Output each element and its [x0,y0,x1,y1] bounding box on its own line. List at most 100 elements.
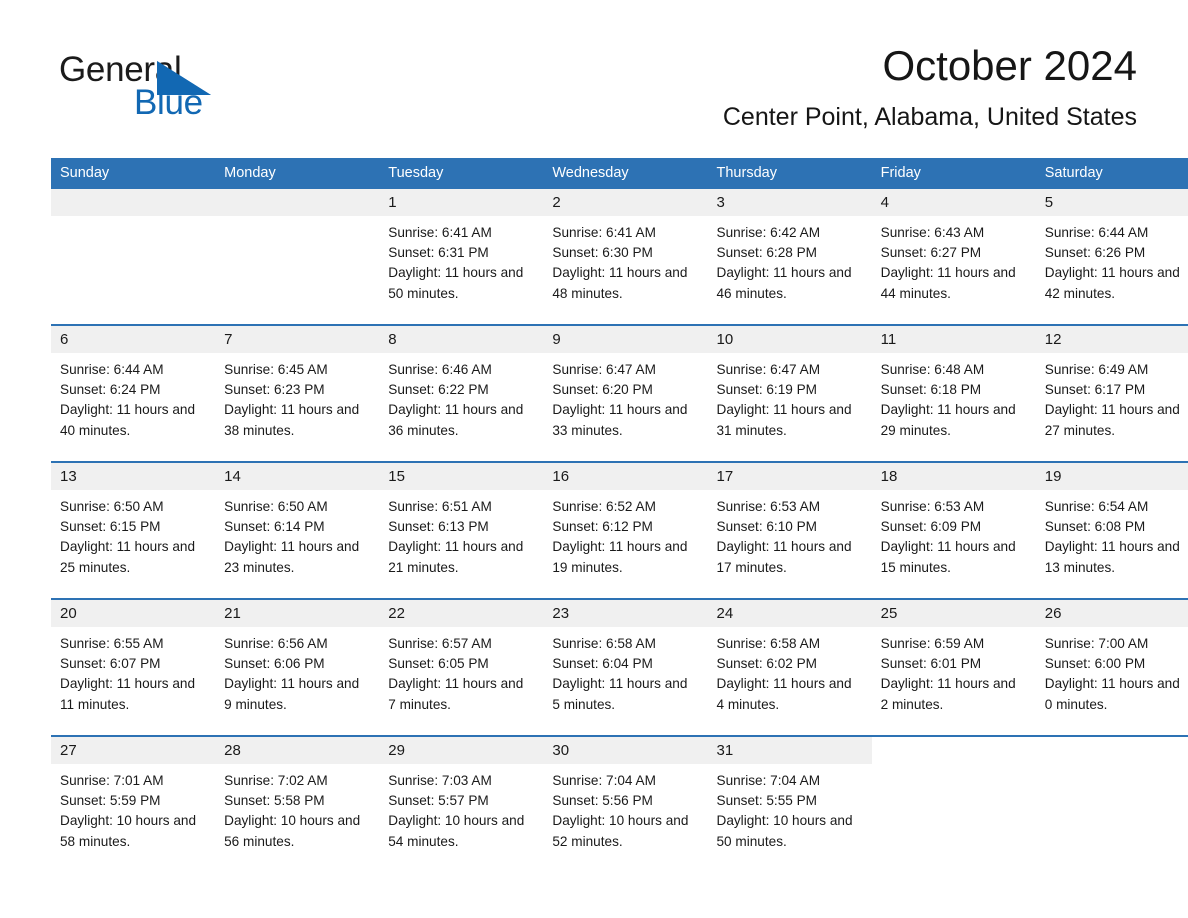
calendar-day-cell[interactable]: 21 Sunrise: 6:56 AM Sunset: 6:06 PM Dayligh… [215,598,380,736]
calendar-day-cell[interactable]: 29 Sunrise: 7:03 AM Sunset: 5:57 PM Dayligh… [379,735,544,872]
day-number: 19 [1035,463,1188,490]
calendar-week-row: 20 Sunrise: 6:55 AM Sunset: 6:07 PM Dayligh… [51,598,1188,736]
calendar-week-row: 13 Sunrise: 6:50 AM Sunset: 6:15 PM Dayligh… [51,461,1188,599]
day-cell-content: 8 Sunrise: 6:46 AM Sunset: 6:22 PM Daylight… [379,326,544,461]
day-sun-info: Sunrise: 7:02 AM Sunset: 5:58 PM Daylight:… [215,764,379,852]
title-block: October 2024 Center Point, Alabama, Unit… [437,40,1137,132]
sunset-text: Sunset: 6:10 PM [716,519,818,535]
sunrise-text: Sunrise: 6:41 AM [388,225,492,240]
calendar-week-row: 1 Sunrise: 6:41 AM Sunset: 6:31 PM Daylight… [51,189,1188,325]
calendar-day-cell[interactable]: 24 Sunrise: 6:58 AM Sunset: 6:02 PM Dayligh… [707,598,872,736]
daylight-text: Daylight: 11 hours and 25 minutes. [60,539,196,575]
sunrise-text: Sunrise: 7:04 AM [716,773,821,788]
day-cell-content: 16 Sunrise: 6:52 AM Sunset: 6:12 PM Dayligh… [543,463,708,598]
daylight-text: Daylight: 11 hours and 17 minutes. [716,539,852,575]
day-number: 17 [707,463,872,490]
day-number: 9 [543,326,708,353]
calendar-day-cell-empty [871,735,1036,872]
calendar-day-cell[interactable]: 9 Sunrise: 6:47 AM Sunset: 6:20 PM Daylight… [543,324,708,462]
calendar-day-cell[interactable]: 15 Sunrise: 6:51 AM Sunset: 6:13 PM Dayligh… [379,461,544,599]
calendar-day-cell[interactable]: 25 Sunrise: 6:59 AM Sunset: 6:01 PM Dayligh… [871,598,1036,736]
day-cell-content: 9 Sunrise: 6:47 AM Sunset: 6:20 PM Daylight… [543,326,708,461]
calendar-day-cell-empty [51,189,216,325]
day-sun-info: Sunrise: 6:41 AM Sunset: 6:31 PM Daylight:… [379,216,543,304]
calendar-day-cell[interactable]: 16 Sunrise: 6:52 AM Sunset: 6:12 PM Dayligh… [543,461,708,599]
calendar-day-cell[interactable]: 26 Sunrise: 7:00 AM Sunset: 6:00 PM Dayligh… [1035,598,1188,736]
calendar-day-cell[interactable]: 11 Sunrise: 6:48 AM Sunset: 6:18 PM Dayligh… [871,324,1036,462]
daylight-text: Daylight: 11 hours and 9 minutes. [224,676,360,712]
daylight-text: Daylight: 11 hours and 4 minutes. [716,676,852,712]
sunrise-text: Sunrise: 6:53 AM [880,499,985,514]
calendar-day-cell[interactable]: 27 Sunrise: 7:01 AM Sunset: 5:59 PM Dayligh… [51,735,216,872]
sunrise-text: Sunrise: 6:47 AM [716,362,821,377]
daylight-text: Daylight: 11 hours and 19 minutes. [552,539,688,575]
day-sun-info: Sunrise: 6:50 AM Sunset: 6:15 PM Daylight:… [51,490,215,578]
sunrise-text: Sunrise: 6:42 AM [716,225,821,240]
sunset-text: Sunset: 6:06 PM [224,656,325,672]
day-sun-info: Sunrise: 7:01 AM Sunset: 5:59 PM Daylight:… [51,764,215,852]
calendar-day-cell[interactable]: 22 Sunrise: 6:57 AM Sunset: 6:05 PM Dayligh… [379,598,544,736]
weekday-header-friday: Friday [871,158,1036,189]
sunset-text: Sunset: 6:08 PM [1044,519,1146,535]
calendar-body: 1 Sunrise: 6:41 AM Sunset: 6:31 PM Daylight… [51,189,1188,872]
day-cell-content [51,189,216,324]
calendar-day-cell[interactable]: 23 Sunrise: 6:58 AM Sunset: 6:04 PM Dayligh… [543,598,708,736]
day-cell-content [215,189,380,324]
sunrise-text: Sunrise: 7:04 AM [552,773,656,788]
day-sun-info: Sunrise: 6:58 AM Sunset: 6:04 PM Daylight:… [543,627,707,715]
calendar-day-cell[interactable]: 17 Sunrise: 6:53 AM Sunset: 6:10 PM Dayligh… [707,461,872,599]
calendar-day-cell[interactable]: 7 Sunrise: 6:45 AM Sunset: 6:23 PM Daylight… [215,324,380,462]
calendar-day-cell[interactable]: 13 Sunrise: 6:50 AM Sunset: 6:15 PM Dayligh… [51,461,216,599]
daylight-text: Daylight: 11 hours and 21 minutes. [388,539,524,575]
day-number: 25 [871,600,1036,627]
calendar-day-cell[interactable]: 14 Sunrise: 6:50 AM Sunset: 6:14 PM Dayligh… [215,461,380,599]
logo-text-blue: Blue [134,83,203,122]
calendar-day-cell[interactable]: 31 Sunrise: 7:04 AM Sunset: 5:55 PM Dayligh… [707,735,872,872]
weekday-header-sunday: Sunday [51,158,216,189]
calendar-day-cell[interactable]: 3 Sunrise: 6:42 AM Sunset: 6:28 PM Daylight… [707,189,872,325]
day-number: 27 [51,737,216,764]
calendar-day-cell[interactable]: 28 Sunrise: 7:02 AM Sunset: 5:58 PM Dayligh… [215,735,380,872]
weekday-header-monday: Monday [215,158,380,189]
calendar-day-cell[interactable]: 12 Sunrise: 6:49 AM Sunset: 6:17 PM Dayligh… [1035,324,1188,462]
calendar-day-cell[interactable]: 10 Sunrise: 6:47 AM Sunset: 6:19 PM Dayligh… [707,324,872,462]
day-number: 2 [543,189,708,216]
day-sun-info: Sunrise: 6:44 AM Sunset: 6:24 PM Daylight:… [51,353,215,441]
day-sun-info: Sunrise: 6:58 AM Sunset: 6:02 PM Daylight:… [708,627,872,715]
day-number: 26 [1035,600,1188,627]
location-subtitle: Center Point, Alabama, United States [722,103,1137,131]
sunrise-text: Sunrise: 6:59 AM [880,636,985,651]
calendar-day-cell[interactable]: 20 Sunrise: 6:55 AM Sunset: 6:07 PM Dayligh… [51,598,216,736]
day-sun-info: Sunrise: 6:47 AM Sunset: 6:19 PM Daylight:… [708,353,872,441]
calendar-day-cell[interactable]: 8 Sunrise: 6:46 AM Sunset: 6:22 PM Daylight… [379,324,544,462]
calendar-page: General Blue October 2024 Center Point, … [0,0,1188,918]
calendar-day-cell[interactable]: 6 Sunrise: 6:44 AM Sunset: 6:24 PM Daylight… [51,324,216,462]
daylight-text: Daylight: 11 hours and 2 minutes. [880,676,1016,712]
day-sun-info: Sunrise: 7:03 AM Sunset: 5:57 PM Daylight:… [379,764,543,852]
sunset-text: Sunset: 6:13 PM [388,519,489,535]
sunrise-text: Sunrise: 6:44 AM [1044,225,1149,240]
day-number: 30 [543,737,708,764]
calendar-day-cell[interactable]: 1 Sunrise: 6:41 AM Sunset: 6:31 PM Daylight… [379,189,544,325]
day-cell-content: 21 Sunrise: 6:56 AM Sunset: 6:06 PM Dayligh… [215,600,380,735]
day-number: 23 [543,600,708,627]
page-header: General Blue October 2024 Center Point, … [51,40,1137,150]
calendar-day-cell[interactable]: 18 Sunrise: 6:53 AM Sunset: 6:09 PM Dayligh… [871,461,1036,599]
day-number: 13 [51,463,216,490]
day-number: 15 [379,463,544,490]
sunset-text: Sunset: 6:04 PM [552,656,653,672]
sunrise-text: Sunrise: 6:55 AM [60,636,164,651]
sunset-text: Sunset: 6:22 PM [388,382,489,398]
sunrise-text: Sunrise: 6:43 AM [880,225,985,240]
general-blue-logo[interactable]: General Blue [59,50,319,130]
day-cell-content: 20 Sunrise: 6:55 AM Sunset: 6:07 PM Dayligh… [51,600,216,735]
calendar-day-cell[interactable]: 2 Sunrise: 6:41 AM Sunset: 6:30 PM Daylight… [543,189,708,325]
calendar-day-cell[interactable]: 30 Sunrise: 7:04 AM Sunset: 5:56 PM Dayligh… [543,735,708,872]
day-sun-info: Sunrise: 6:45 AM Sunset: 6:23 PM Daylight:… [215,353,379,441]
calendar-day-cell[interactable]: 4 Sunrise: 6:43 AM Sunset: 6:27 PM Daylight… [871,189,1036,325]
day-sun-info: Sunrise: 7:00 AM Sunset: 6:00 PM Daylight:… [1036,627,1188,715]
day-cell-content: 1 Sunrise: 6:41 AM Sunset: 6:31 PM Daylight… [379,189,544,324]
daylight-text: Daylight: 11 hours and 23 minutes. [224,539,360,575]
calendar-day-cell[interactable]: 5 Sunrise: 6:44 AM Sunset: 6:26 PM Daylight… [1035,189,1188,325]
calendar-day-cell[interactable]: 19 Sunrise: 6:54 AM Sunset: 6:08 PM Dayligh… [1035,461,1188,599]
